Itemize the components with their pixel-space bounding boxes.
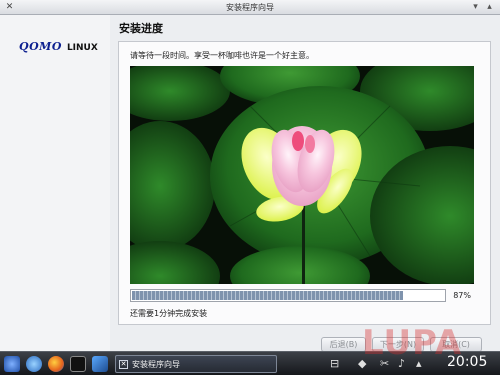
- updates-icon[interactable]: ✂: [380, 357, 389, 371]
- instruction-text: 请等待一段时间。享受一杯咖啡也许是一个好主意。: [130, 51, 314, 60]
- home-folder-icon[interactable]: [26, 356, 42, 372]
- terminal-icon[interactable]: [70, 356, 86, 372]
- page-title: 安装进度: [119, 22, 163, 35]
- brand-name: QOMO: [19, 40, 62, 53]
- clipboard-icon[interactable]: ◆: [358, 357, 366, 371]
- brand-logo: QOMO LINUX: [19, 40, 98, 53]
- brand-suffix: LINUX: [66, 43, 98, 53]
- taskbar-item-label: 安装程序向导: [132, 359, 180, 369]
- installer-task-icon: ✕: [119, 359, 128, 369]
- minimize-icon[interactable]: ▾: [470, 2, 481, 13]
- slideshow-image: [130, 66, 474, 284]
- progress-fill: [132, 291, 404, 300]
- install-progress-bar: [130, 289, 446, 302]
- lotus-illustration: [130, 66, 474, 284]
- maximize-icon[interactable]: ▴: [484, 2, 495, 13]
- taskbar-item-installer[interactable]: ✕ 安装程序向导: [115, 355, 277, 373]
- cancel-button[interactable]: 取消(C): [430, 337, 482, 352]
- installer-window: QOMO LINUX 安装进度 请等待一段时间。享受一杯咖啡也许是一个好主意。: [0, 15, 500, 352]
- network-icon[interactable]: ⊟: [330, 357, 339, 371]
- back-button[interactable]: 后退(B): [321, 337, 366, 352]
- sidebar: QOMO LINUX: [0, 15, 110, 351]
- main-content: 安装进度 请等待一段时间。享受一杯咖啡也许是一个好主意。 87% 还需要1分钟完…: [110, 15, 500, 352]
- window-title: 安装程序向导: [226, 2, 274, 12]
- start-menu-icon[interactable]: [4, 356, 20, 372]
- tray-expand-icon[interactable]: ▴: [416, 357, 422, 371]
- x-icon[interactable]: ✕: [4, 2, 15, 13]
- system-settings-icon[interactable]: [92, 356, 108, 372]
- clock[interactable]: 20:05: [447, 354, 487, 370]
- next-button[interactable]: 下一步(N): [372, 337, 424, 352]
- time-remaining: 还需要1分钟完成安装: [130, 309, 208, 318]
- progress-percent: 87%: [453, 291, 471, 300]
- volume-icon[interactable]: ♪: [398, 357, 405, 371]
- taskbar: ✕ 安装程序向导 ⊟ ◆ ✂ ♪ ▴ 20:05: [0, 351, 500, 375]
- window-titlebar[interactable]: ✕ 安装程序向导 ▾ ▴: [0, 0, 500, 15]
- firefox-icon[interactable]: [48, 356, 64, 372]
- progress-panel: 请等待一段时间。享受一杯咖啡也许是一个好主意。 87% 还需要1分钟完成安装: [118, 41, 491, 325]
